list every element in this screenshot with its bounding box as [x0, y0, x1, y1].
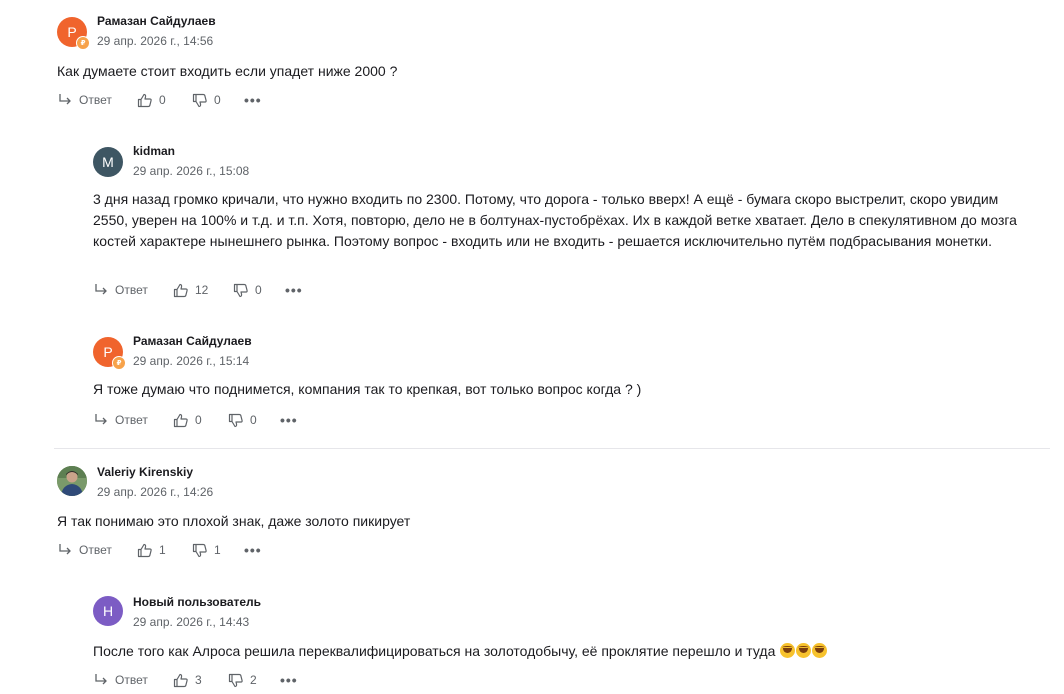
like-count: 12	[195, 283, 209, 297]
thumbs-up-icon	[173, 413, 188, 427]
comment-text: Как думаете стоит входить если упадет ни…	[57, 63, 398, 79]
thumbs-down-icon	[192, 93, 207, 107]
user-photo-icon	[57, 466, 87, 496]
like-count: 0	[159, 93, 166, 107]
comment-actions: Ответ 12 0 •••	[93, 281, 303, 299]
author-name[interactable]: Valeriy Kirenskiy	[97, 465, 193, 479]
like-button[interactable]: 1	[137, 543, 192, 558]
avatar[interactable]: Р ₽	[93, 337, 126, 370]
reply-label: Ответ	[115, 413, 148, 427]
comment-text: 3 дня назад громко кричали, что нужно вх…	[93, 191, 1017, 249]
dislike-button[interactable]: 1	[192, 543, 244, 558]
comment-actions: Ответ 1 1 •••	[57, 541, 262, 559]
comment-actions: Ответ 0 0 •••	[57, 91, 262, 109]
avatar[interactable]: Р ₽	[57, 17, 90, 50]
avatar[interactable]: Н	[93, 596, 123, 626]
dislike-count: 0	[255, 283, 262, 297]
reply-icon	[59, 544, 71, 555]
avatar-letter: Н	[102, 603, 114, 619]
reply-button[interactable]: Ответ	[93, 283, 173, 297]
reply-button[interactable]: Ответ	[93, 413, 173, 427]
more-options-icon[interactable]: •••	[244, 542, 262, 558]
reply-icon	[95, 284, 107, 295]
reply-label: Ответ	[79, 93, 112, 107]
comment-text: Я тоже думаю что поднимется, компания та…	[93, 381, 642, 397]
more-options-icon[interactable]: •••	[285, 282, 303, 298]
more-options-icon[interactable]: •••	[280, 412, 298, 428]
comment-text: После того как Алроса решила переквалифи…	[93, 641, 1023, 662]
dislike-button[interactable]: 0	[228, 413, 280, 428]
reply-button[interactable]: Ответ	[93, 673, 173, 687]
dislike-button[interactable]: 0	[233, 283, 285, 298]
thread-divider	[54, 448, 1050, 449]
avatar-letter: M	[102, 154, 114, 170]
dislike-button[interactable]: 2	[228, 673, 280, 688]
comment-text: Я так понимаю это плохой знак, даже золо…	[57, 513, 411, 529]
badge-icon: ₽	[112, 356, 126, 370]
like-count: 1	[159, 543, 166, 557]
avatar[interactable]	[57, 466, 87, 496]
thumbs-up-icon	[137, 543, 152, 557]
comment-date: 29 апр. 2026 г., 14:56	[97, 34, 214, 48]
thumbs-up-icon	[137, 93, 152, 107]
avatar[interactable]: M	[93, 147, 123, 177]
comment-date: 29 апр. 2026 г., 14:43	[133, 615, 250, 629]
like-button[interactable]: 3	[173, 673, 228, 688]
author-name[interactable]: Рамазан Сайдулаев	[133, 334, 252, 348]
author-name[interactable]: kidman	[133, 144, 175, 158]
like-button[interactable]: 12	[173, 283, 233, 298]
laughing-emoji-icon	[812, 643, 828, 658]
comment-date: 29 апр. 2026 г., 15:14	[133, 354, 250, 368]
thumbs-down-icon	[228, 673, 243, 687]
laughing-emoji-icon	[796, 643, 812, 658]
avatar-letter: Р	[103, 344, 113, 360]
like-button[interactable]: 0	[173, 413, 228, 428]
reply-button[interactable]: Ответ	[57, 543, 137, 557]
thumbs-up-icon	[173, 283, 188, 297]
reply-button[interactable]: Ответ	[57, 93, 137, 107]
dislike-count: 0	[214, 93, 221, 107]
more-options-icon[interactable]: •••	[280, 672, 298, 688]
comment-actions: Ответ 3 2 •••	[93, 671, 298, 689]
dislike-count: 1	[214, 543, 221, 557]
thumbs-up-icon	[173, 673, 188, 687]
more-options-icon[interactable]: •••	[244, 92, 262, 108]
reply-label: Ответ	[115, 283, 148, 297]
dislike-button[interactable]: 0	[192, 93, 244, 108]
reply-icon	[95, 674, 107, 685]
author-name[interactable]: Новый пользователь	[133, 595, 261, 609]
like-count: 0	[195, 413, 202, 427]
badge-icon: ₽	[76, 36, 90, 50]
reply-label: Ответ	[79, 543, 112, 557]
thumbs-down-icon	[228, 413, 243, 427]
comment-date: 29 апр. 2026 г., 14:26	[97, 485, 214, 499]
author-name[interactable]: Рамазан Сайдулаев	[97, 14, 216, 28]
comment-text-body: После того как Алроса решила переквалифи…	[93, 643, 776, 659]
laughing-emoji-icon	[780, 643, 796, 658]
comment-actions: Ответ 0 0 •••	[93, 411, 298, 429]
thumbs-down-icon	[233, 283, 248, 297]
like-button[interactable]: 0	[137, 93, 192, 108]
avatar-letter: Р	[67, 24, 77, 40]
thumbs-down-icon	[192, 543, 207, 557]
comment-date: 29 апр. 2026 г., 15:08	[133, 164, 250, 178]
dislike-count: 2	[250, 673, 257, 687]
reply-label: Ответ	[115, 673, 148, 687]
like-count: 3	[195, 673, 202, 687]
reply-icon	[59, 94, 71, 105]
reply-icon	[95, 414, 107, 425]
dislike-count: 0	[250, 413, 257, 427]
